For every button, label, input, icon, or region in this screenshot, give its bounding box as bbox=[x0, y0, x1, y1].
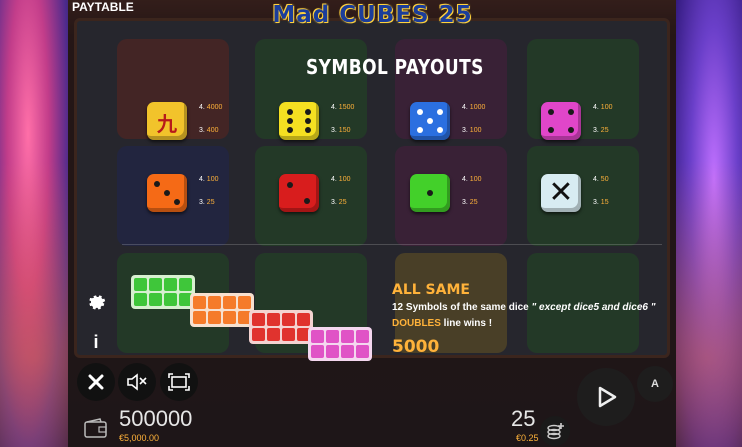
payout-count: 3. bbox=[331, 199, 337, 206]
payout-green-dice: 4. 100 3. 25 bbox=[410, 172, 520, 220]
bet-money: €0.25 bbox=[516, 433, 539, 443]
info-button[interactable]: i bbox=[81, 327, 111, 357]
background-left bbox=[0, 0, 70, 447]
payout-amount: 25 bbox=[469, 199, 478, 206]
pink-dice-icon bbox=[541, 102, 581, 140]
payout-amount: 25 bbox=[338, 199, 347, 206]
orange-dice-icon bbox=[147, 174, 187, 212]
payout-count: 3. bbox=[331, 127, 337, 134]
example-green-grid bbox=[131, 275, 195, 309]
payout-count: 4. bbox=[199, 176, 205, 183]
payout-count: 4. bbox=[462, 104, 468, 111]
payout-yellow-dice: 4. 1500 3. 150 bbox=[279, 100, 389, 148]
payout-amount: 25 bbox=[206, 199, 215, 206]
all-same-title: ALL SAME bbox=[392, 282, 470, 298]
payout-count: 3. bbox=[593, 199, 599, 206]
payout-kanji-dice: 九 4. 4000 3. 400 bbox=[147, 100, 257, 148]
example-orange-grid bbox=[190, 293, 254, 327]
wild-x-dice-icon: ✕ bbox=[541, 174, 581, 212]
payout-amount: 1000 bbox=[469, 104, 486, 111]
yellow-dice-icon bbox=[279, 102, 319, 140]
payout-count: 3. bbox=[462, 199, 468, 206]
payout-amount: 100 bbox=[469, 176, 482, 183]
payout-amount: 15 bbox=[600, 199, 609, 206]
payout-amount: 100 bbox=[469, 127, 482, 134]
payout-amount: 1500 bbox=[338, 104, 355, 111]
payout-amount: 50 bbox=[600, 176, 609, 183]
payout-amount: 400 bbox=[206, 127, 219, 134]
wallet-icon bbox=[84, 418, 107, 438]
section-divider bbox=[122, 244, 662, 245]
sound-off-icon bbox=[127, 373, 147, 391]
payout-white-x-dice: ✕ 4. 50 3. 15 bbox=[541, 172, 651, 220]
payout-count: 4. bbox=[593, 104, 599, 111]
all-same-amount: 5000 bbox=[392, 337, 440, 357]
kanji-dice-icon: 九 bbox=[147, 102, 187, 140]
payout-pink-dice: 4. 100 3. 25 bbox=[541, 100, 651, 148]
payout-orange-dice: 4. 100 3. 25 bbox=[147, 172, 257, 220]
paytable-label: PAYTABLE bbox=[72, 0, 134, 14]
payout-count: 3. bbox=[462, 127, 468, 134]
green-dice-icon bbox=[410, 174, 450, 212]
payout-amount: 150 bbox=[338, 127, 351, 134]
payout-count: 4. bbox=[593, 176, 599, 183]
autoplay-icon: A bbox=[651, 378, 659, 390]
sound-button[interactable] bbox=[118, 363, 156, 401]
payout-count: 3. bbox=[593, 127, 599, 134]
payout-count: 3. bbox=[199, 127, 205, 134]
symbol-payouts-heading: SYMBOL PAYOUTS bbox=[306, 55, 484, 79]
example-red-grid bbox=[249, 310, 313, 344]
payout-count: 4. bbox=[199, 104, 205, 111]
payout-count: 4. bbox=[331, 104, 337, 111]
example-pink-grid bbox=[308, 327, 372, 361]
bet-value: 25 bbox=[511, 406, 536, 431]
fullscreen-icon bbox=[168, 373, 190, 391]
game-logo: Mad CUBES 25 bbox=[272, 2, 473, 28]
info-icon: i bbox=[93, 331, 99, 352]
balance-value: 500000 bbox=[119, 406, 193, 431]
payout-amount: 100 bbox=[206, 176, 219, 183]
bet-button[interactable] bbox=[540, 416, 570, 446]
balance-money: €5,000.00 bbox=[119, 433, 160, 443]
all-same-description: 12 Symbols of the same dice " except dic… bbox=[392, 302, 656, 313]
settings-button[interactable] bbox=[81, 287, 111, 317]
blue-dice-icon bbox=[410, 102, 450, 140]
payout-count: 4. bbox=[462, 176, 468, 183]
red-dice-icon bbox=[279, 174, 319, 212]
autoplay-button[interactable]: A bbox=[637, 366, 673, 402]
payout-amount: 4000 bbox=[206, 104, 223, 111]
close-button[interactable] bbox=[77, 363, 115, 401]
close-icon bbox=[88, 374, 104, 390]
payout-red-dice: 4. 100 3. 25 bbox=[279, 172, 389, 220]
payout-blue-dice: 4. 1000 3. 100 bbox=[410, 100, 520, 148]
payout-count: 4. bbox=[331, 176, 337, 183]
payout-amount: 25 bbox=[600, 127, 609, 134]
background-right bbox=[672, 0, 742, 447]
coins-icon bbox=[547, 423, 564, 440]
gear-icon bbox=[89, 295, 106, 310]
payout-amount: 100 bbox=[600, 104, 613, 111]
doubles-description: DOUBLES line wins ! bbox=[392, 318, 493, 329]
payout-count: 3. bbox=[199, 199, 205, 206]
fullscreen-button[interactable] bbox=[160, 363, 198, 401]
payout-amount: 100 bbox=[338, 176, 351, 183]
